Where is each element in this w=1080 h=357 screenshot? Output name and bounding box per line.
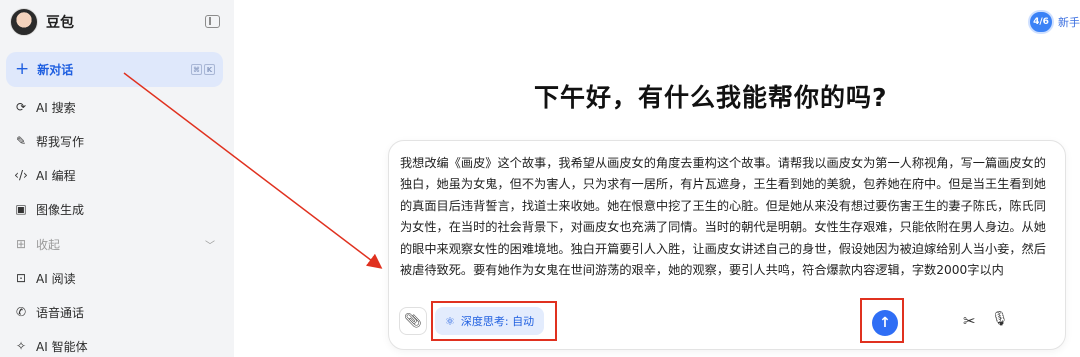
shortcut-key: ⌘ — [191, 64, 202, 75]
new-chat-button[interactable]: + 新对话 ⌘ K — [6, 52, 223, 87]
new-chat-label: 新对话 — [37, 63, 74, 77]
chat-composer: 我想改编《画皮》这个故事，我希望从画皮女的角度去重构这个故事。请帮我以画皮女为第… — [388, 140, 1066, 350]
scissors-icon[interactable]: ✂ — [963, 312, 976, 330]
pen-icon: ✎ — [15, 134, 27, 148]
sidebar-item-label: AI 智能体 — [36, 339, 88, 354]
code-icon: ‹/› — [14, 168, 28, 182]
sparkle-icon: ✧ — [15, 339, 27, 353]
sidebar-item-label: AI 编程 — [36, 168, 76, 183]
promo-text: 新手 — [1058, 16, 1080, 29]
attach-button[interactable]: 📎︎ — [399, 307, 427, 335]
sidebar-item-label: 帮我写作 — [36, 134, 85, 149]
atom-icon: ⚛ — [445, 314, 455, 328]
sidebar-collapse-icon[interactable] — [205, 15, 220, 28]
highlight-frame: ↑ — [860, 298, 904, 343]
sidebar-item-agents[interactable]: ✧ AI 智能体 — [14, 336, 219, 356]
grid-icon: ⊞ — [15, 237, 27, 251]
prompt-input[interactable]: 我想改编《画皮》这个故事，我希望从画皮女的角度去重构这个故事。请帮我以画皮女为第… — [400, 153, 1058, 281]
chevron-down-icon: ﹀ — [205, 241, 215, 252]
main-area: 4/6 新手 下午好，有什么我能帮你的吗? 我想改编《画皮》这个故事，我希望从画… — [234, 0, 1080, 357]
brand-name: 豆包 — [46, 15, 74, 31]
onboarding-promo[interactable]: 4/6 新手 — [1028, 10, 1080, 34]
sidebar-item-reading[interactable]: ⊡ AI 阅读 — [14, 268, 219, 288]
shortcut-key: K — [204, 64, 215, 75]
greeting-title: 下午好，有什么我能帮你的吗? — [534, 83, 888, 112]
sidebar-item-coding[interactable]: ‹/› AI 编程 — [14, 165, 219, 185]
send-button[interactable]: ↑ — [872, 310, 898, 336]
sidebar: 豆包 + 新对话 ⌘ K ⟳ AI 搜索 ✎ 帮我写作 ‹/› AI 编程 ▣ … — [0, 0, 234, 357]
deep-think-toggle[interactable]: ⚛ 深度思考: 自动 — [435, 307, 545, 335]
brand[interactable]: 豆包 — [10, 8, 74, 36]
sidebar-item-label: 图像生成 — [36, 202, 85, 217]
plus-icon: + — [15, 59, 30, 79]
shortcut-hint: ⌘ K — [191, 64, 215, 75]
sidebar-item-writing[interactable]: ✎ 帮我写作 — [14, 131, 219, 151]
microphone-icon[interactable]: 🎙︎ — [991, 311, 1009, 327]
sidebar-item-collapse[interactable]: ⊞ 收起 ﹀ — [14, 234, 219, 254]
sidebar-item-label: AI 阅读 — [36, 271, 76, 286]
sidebar-item-voice-call[interactable]: ✆ 语音通话 — [14, 302, 219, 322]
progress-badge: 4/6 — [1028, 10, 1054, 34]
sidebar-item-label: 语音通话 — [36, 305, 85, 320]
avatar — [10, 8, 38, 36]
sidebar-item-ai-search[interactable]: ⟳ AI 搜索 — [14, 97, 219, 117]
sidebar-item-image-gen[interactable]: ▣ 图像生成 — [14, 199, 219, 219]
sidebar-item-label: 收起 — [36, 237, 61, 252]
search-icon: ⟳ — [15, 100, 27, 114]
deep-think-label: 深度思考: 自动 — [460, 315, 535, 328]
arrow-up-icon: ↑ — [879, 315, 891, 331]
sidebar-item-label: AI 搜索 — [36, 100, 76, 115]
phone-icon: ✆ — [15, 305, 27, 319]
image-icon: ▣ — [15, 202, 27, 216]
paperclip-icon: 📎︎ — [404, 313, 422, 329]
book-icon: ⊡ — [15, 271, 27, 285]
